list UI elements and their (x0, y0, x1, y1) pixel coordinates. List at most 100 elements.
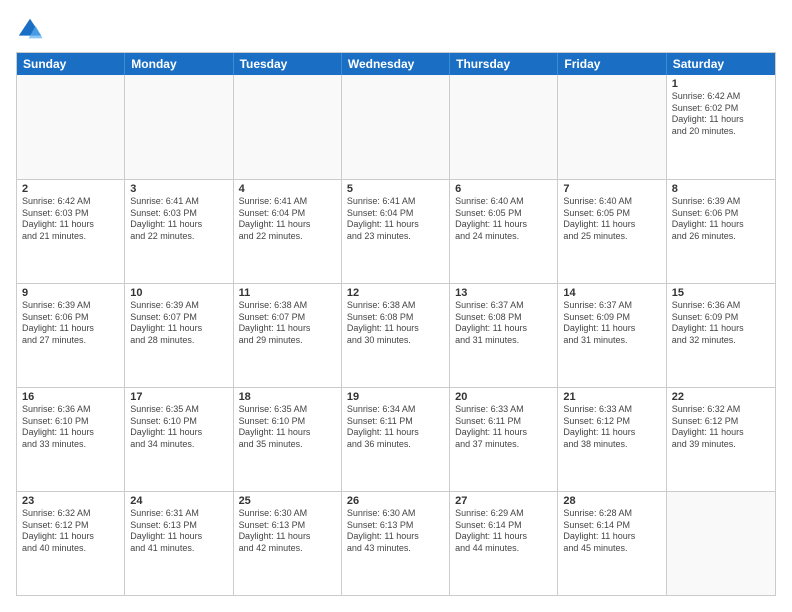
calendar-body: 1Sunrise: 6:42 AM Sunset: 6:02 PM Daylig… (17, 75, 775, 595)
day-cell-14: 14Sunrise: 6:37 AM Sunset: 6:09 PM Dayli… (558, 284, 666, 387)
day-cell-10: 10Sunrise: 6:39 AM Sunset: 6:07 PM Dayli… (125, 284, 233, 387)
page: SundayMondayTuesdayWednesdayThursdayFrid… (0, 0, 792, 612)
day-cell-7: 7Sunrise: 6:40 AM Sunset: 6:05 PM Daylig… (558, 180, 666, 283)
day-cell-3: 3Sunrise: 6:41 AM Sunset: 6:03 PM Daylig… (125, 180, 233, 283)
day-number: 12 (347, 287, 444, 299)
day-info: Sunrise: 6:41 AM Sunset: 6:04 PM Dayligh… (347, 196, 444, 243)
day-number: 8 (672, 183, 770, 195)
calendar: SundayMondayTuesdayWednesdayThursdayFrid… (16, 52, 776, 596)
day-cell-24: 24Sunrise: 6:31 AM Sunset: 6:13 PM Dayli… (125, 492, 233, 595)
day-number: 11 (239, 287, 336, 299)
day-cell-2: 2Sunrise: 6:42 AM Sunset: 6:03 PM Daylig… (17, 180, 125, 283)
header-day-thursday: Thursday (450, 53, 558, 75)
day-info: Sunrise: 6:34 AM Sunset: 6:11 PM Dayligh… (347, 404, 444, 451)
day-info: Sunrise: 6:29 AM Sunset: 6:14 PM Dayligh… (455, 508, 552, 555)
day-cell-28: 28Sunrise: 6:28 AM Sunset: 6:14 PM Dayli… (558, 492, 666, 595)
day-info: Sunrise: 6:36 AM Sunset: 6:10 PM Dayligh… (22, 404, 119, 451)
empty-cell-0-3 (342, 75, 450, 179)
day-info: Sunrise: 6:33 AM Sunset: 6:12 PM Dayligh… (563, 404, 660, 451)
day-number: 9 (22, 287, 119, 299)
day-info: Sunrise: 6:28 AM Sunset: 6:14 PM Dayligh… (563, 508, 660, 555)
day-info: Sunrise: 6:30 AM Sunset: 6:13 PM Dayligh… (239, 508, 336, 555)
day-cell-17: 17Sunrise: 6:35 AM Sunset: 6:10 PM Dayli… (125, 388, 233, 491)
header-day-saturday: Saturday (667, 53, 775, 75)
day-cell-16: 16Sunrise: 6:36 AM Sunset: 6:10 PM Dayli… (17, 388, 125, 491)
calendar-row-1: 2Sunrise: 6:42 AM Sunset: 6:03 PM Daylig… (17, 179, 775, 283)
day-info: Sunrise: 6:39 AM Sunset: 6:06 PM Dayligh… (672, 196, 770, 243)
calendar-row-2: 9Sunrise: 6:39 AM Sunset: 6:06 PM Daylig… (17, 283, 775, 387)
calendar-header: SundayMondayTuesdayWednesdayThursdayFrid… (17, 53, 775, 75)
day-number: 20 (455, 391, 552, 403)
day-info: Sunrise: 6:42 AM Sunset: 6:03 PM Dayligh… (22, 196, 119, 243)
day-info: Sunrise: 6:32 AM Sunset: 6:12 PM Dayligh… (22, 508, 119, 555)
day-cell-8: 8Sunrise: 6:39 AM Sunset: 6:06 PM Daylig… (667, 180, 775, 283)
day-cell-13: 13Sunrise: 6:37 AM Sunset: 6:08 PM Dayli… (450, 284, 558, 387)
day-number: 10 (130, 287, 227, 299)
day-info: Sunrise: 6:32 AM Sunset: 6:12 PM Dayligh… (672, 404, 770, 451)
day-cell-21: 21Sunrise: 6:33 AM Sunset: 6:12 PM Dayli… (558, 388, 666, 491)
day-number: 19 (347, 391, 444, 403)
day-number: 25 (239, 495, 336, 507)
day-number: 21 (563, 391, 660, 403)
day-info: Sunrise: 6:35 AM Sunset: 6:10 PM Dayligh… (239, 404, 336, 451)
day-cell-11: 11Sunrise: 6:38 AM Sunset: 6:07 PM Dayli… (234, 284, 342, 387)
day-number: 6 (455, 183, 552, 195)
day-cell-25: 25Sunrise: 6:30 AM Sunset: 6:13 PM Dayli… (234, 492, 342, 595)
empty-cell-0-4 (450, 75, 558, 179)
day-number: 22 (672, 391, 770, 403)
day-number: 1 (672, 78, 770, 90)
day-info: Sunrise: 6:33 AM Sunset: 6:11 PM Dayligh… (455, 404, 552, 451)
day-number: 5 (347, 183, 444, 195)
day-info: Sunrise: 6:35 AM Sunset: 6:10 PM Dayligh… (130, 404, 227, 451)
day-number: 4 (239, 183, 336, 195)
logo-icon (16, 16, 44, 44)
day-number: 15 (672, 287, 770, 299)
day-info: Sunrise: 6:39 AM Sunset: 6:07 PM Dayligh… (130, 300, 227, 347)
empty-cell-0-2 (234, 75, 342, 179)
day-info: Sunrise: 6:39 AM Sunset: 6:06 PM Dayligh… (22, 300, 119, 347)
day-info: Sunrise: 6:40 AM Sunset: 6:05 PM Dayligh… (563, 196, 660, 243)
day-info: Sunrise: 6:41 AM Sunset: 6:04 PM Dayligh… (239, 196, 336, 243)
day-cell-9: 9Sunrise: 6:39 AM Sunset: 6:06 PM Daylig… (17, 284, 125, 387)
day-cell-12: 12Sunrise: 6:38 AM Sunset: 6:08 PM Dayli… (342, 284, 450, 387)
day-number: 14 (563, 287, 660, 299)
day-cell-5: 5Sunrise: 6:41 AM Sunset: 6:04 PM Daylig… (342, 180, 450, 283)
header (16, 16, 776, 44)
day-info: Sunrise: 6:37 AM Sunset: 6:09 PM Dayligh… (563, 300, 660, 347)
day-number: 28 (563, 495, 660, 507)
day-number: 13 (455, 287, 552, 299)
day-cell-22: 22Sunrise: 6:32 AM Sunset: 6:12 PM Dayli… (667, 388, 775, 491)
day-cell-1: 1Sunrise: 6:42 AM Sunset: 6:02 PM Daylig… (667, 75, 775, 179)
day-info: Sunrise: 6:41 AM Sunset: 6:03 PM Dayligh… (130, 196, 227, 243)
calendar-row-4: 23Sunrise: 6:32 AM Sunset: 6:12 PM Dayli… (17, 491, 775, 595)
day-cell-4: 4Sunrise: 6:41 AM Sunset: 6:04 PM Daylig… (234, 180, 342, 283)
header-day-wednesday: Wednesday (342, 53, 450, 75)
day-cell-26: 26Sunrise: 6:30 AM Sunset: 6:13 PM Dayli… (342, 492, 450, 595)
day-number: 18 (239, 391, 336, 403)
day-info: Sunrise: 6:36 AM Sunset: 6:09 PM Dayligh… (672, 300, 770, 347)
day-info: Sunrise: 6:42 AM Sunset: 6:02 PM Dayligh… (672, 91, 770, 138)
day-cell-15: 15Sunrise: 6:36 AM Sunset: 6:09 PM Dayli… (667, 284, 775, 387)
day-info: Sunrise: 6:38 AM Sunset: 6:08 PM Dayligh… (347, 300, 444, 347)
day-number: 2 (22, 183, 119, 195)
day-number: 26 (347, 495, 444, 507)
day-number: 27 (455, 495, 552, 507)
header-day-tuesday: Tuesday (234, 53, 342, 75)
day-info: Sunrise: 6:38 AM Sunset: 6:07 PM Dayligh… (239, 300, 336, 347)
header-day-friday: Friday (558, 53, 666, 75)
calendar-row-3: 16Sunrise: 6:36 AM Sunset: 6:10 PM Dayli… (17, 387, 775, 491)
empty-cell-4-6 (667, 492, 775, 595)
day-number: 17 (130, 391, 227, 403)
day-cell-6: 6Sunrise: 6:40 AM Sunset: 6:05 PM Daylig… (450, 180, 558, 283)
header-day-sunday: Sunday (17, 53, 125, 75)
day-number: 7 (563, 183, 660, 195)
empty-cell-0-1 (125, 75, 233, 179)
day-number: 23 (22, 495, 119, 507)
day-cell-18: 18Sunrise: 6:35 AM Sunset: 6:10 PM Dayli… (234, 388, 342, 491)
day-cell-23: 23Sunrise: 6:32 AM Sunset: 6:12 PM Dayli… (17, 492, 125, 595)
calendar-row-0: 1Sunrise: 6:42 AM Sunset: 6:02 PM Daylig… (17, 75, 775, 179)
day-info: Sunrise: 6:40 AM Sunset: 6:05 PM Dayligh… (455, 196, 552, 243)
logo (16, 16, 46, 44)
day-info: Sunrise: 6:31 AM Sunset: 6:13 PM Dayligh… (130, 508, 227, 555)
day-cell-27: 27Sunrise: 6:29 AM Sunset: 6:14 PM Dayli… (450, 492, 558, 595)
